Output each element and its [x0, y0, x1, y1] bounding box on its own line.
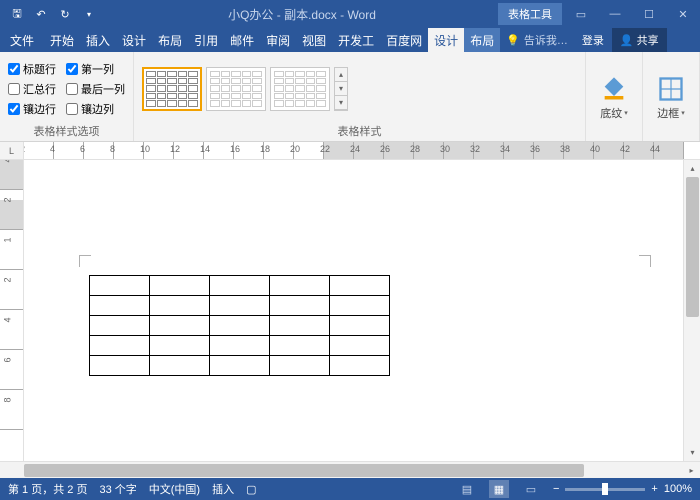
workspace: ▴ ▾: [0, 160, 700, 461]
login-button[interactable]: 登录: [574, 28, 612, 52]
ribbon-options-button[interactable]: ▭: [564, 0, 598, 28]
scrollbar-horizontal[interactable]: ▸: [0, 461, 700, 478]
scroll-thumb-v[interactable]: [686, 177, 699, 317]
ruler-horizontal[interactable]: [24, 142, 700, 159]
status-bar: 第 1 页，共 2 页 33 个字 中文(中国) 插入 ▢ ▤ ▦ ▭ − + …: [0, 478, 700, 500]
zoom-control: − + 100%: [553, 483, 692, 495]
zoom-slider[interactable]: [565, 488, 645, 491]
quick-access-toolbar: 🖫 ↶ ↻ ▾: [0, 3, 106, 25]
qat-customize[interactable]: ▾: [78, 3, 100, 25]
tab-view[interactable]: 视图: [296, 28, 332, 52]
ribbon: 标题行 第一列 汇总行 最后一列 镶边行 镶边列 表格样式选项 ▴▾▾ 表格样式: [0, 52, 700, 142]
save-button[interactable]: 🖫: [6, 3, 28, 25]
document-canvas[interactable]: [24, 160, 683, 461]
table-style-3[interactable]: [270, 67, 330, 111]
title-bar: 🖫 ↶ ↻ ▾ 小Q办公 - 副本.docx - Word 表格工具 ▭ ― ☐…: [0, 0, 700, 28]
tab-baidu[interactable]: 百度网: [380, 28, 428, 52]
zoom-thumb[interactable]: [602, 483, 608, 495]
tab-file[interactable]: 文件: [0, 28, 44, 52]
tab-mailings[interactable]: 邮件: [224, 28, 260, 52]
status-page[interactable]: 第 1 页，共 2 页: [8, 481, 87, 497]
table-style-1[interactable]: [142, 67, 202, 111]
tab-developer[interactable]: 开发工: [332, 28, 380, 52]
chk-last-col[interactable]: 最后一列: [66, 81, 125, 97]
zoom-level[interactable]: 100%: [664, 483, 692, 495]
tab-table-design[interactable]: 设计: [428, 28, 464, 52]
tell-me[interactable]: 💡告诉我…: [500, 28, 574, 52]
table-style-more[interactable]: ▴▾▾: [334, 67, 348, 111]
zoom-in-button[interactable]: +: [651, 483, 657, 495]
ruler-row: L: [0, 142, 700, 160]
tab-review[interactable]: 审阅: [260, 28, 296, 52]
window-controls: ▭ ― ☐ ✕: [564, 0, 700, 28]
scroll-up-arrow[interactable]: ▴: [684, 160, 700, 177]
ruler-vertical[interactable]: [0, 160, 24, 461]
chk-total-row[interactable]: 汇总行: [8, 81, 56, 97]
tab-table-layout[interactable]: 布局: [464, 28, 500, 52]
undo-button[interactable]: ↶: [30, 3, 52, 25]
window-title: 小Q办公 - 副本.docx - Word: [106, 6, 498, 23]
margin-corner-tr: [639, 255, 651, 267]
status-lang[interactable]: 中文(中国): [149, 481, 200, 497]
ribbon-tabs: 文件 开始 插入 设计 布局 引用 邮件 审阅 视图 开发工 百度网 设计 布局…: [0, 28, 700, 52]
document-table[interactable]: [89, 275, 390, 376]
margin-corner-tl: [79, 255, 91, 267]
redo-button[interactable]: ↻: [54, 3, 76, 25]
tab-design[interactable]: 设计: [116, 28, 152, 52]
scroll-down-arrow[interactable]: ▾: [684, 444, 700, 461]
close-button[interactable]: ✕: [666, 0, 700, 28]
scroll-thumb-h[interactable]: [24, 464, 584, 477]
zoom-out-button[interactable]: −: [553, 483, 559, 495]
view-read-icon[interactable]: ▤: [457, 480, 477, 498]
tab-insert[interactable]: 插入: [80, 28, 116, 52]
record-macro-icon[interactable]: ▢: [246, 483, 256, 496]
ruler-corner[interactable]: L: [0, 142, 24, 159]
paint-bucket-icon: [600, 75, 628, 103]
group-style-options: 标题行 第一列 汇总行 最后一列 镶边行 镶边列 表格样式选项: [0, 52, 134, 141]
status-insert[interactable]: 插入: [212, 481, 234, 497]
minimize-button[interactable]: ―: [598, 0, 632, 28]
view-web-icon[interactable]: ▭: [521, 480, 541, 498]
maximize-button[interactable]: ☐: [632, 0, 666, 28]
page: [54, 190, 644, 461]
chk-banded-col[interactable]: 镶边列: [66, 101, 125, 117]
context-tab-label: 表格工具: [498, 3, 562, 25]
chk-header-row[interactable]: 标题行: [8, 61, 56, 77]
scrollbar-vertical[interactable]: ▴ ▾: [683, 160, 700, 461]
status-words[interactable]: 33 个字: [99, 481, 136, 497]
borders-button[interactable]: 边框: [651, 73, 691, 123]
group-table-styles: ▴▾▾ 表格样式: [134, 52, 586, 141]
table-style-2[interactable]: [206, 67, 266, 111]
lightbulb-icon: 💡: [506, 34, 520, 47]
share-button[interactable]: 👤共享: [612, 28, 667, 52]
tab-references[interactable]: 引用: [188, 28, 224, 52]
group-borders: 边框: [643, 52, 700, 141]
chk-first-col[interactable]: 第一列: [66, 61, 125, 77]
view-print-icon[interactable]: ▦: [489, 480, 509, 498]
tab-home[interactable]: 开始: [44, 28, 80, 52]
borders-icon: [657, 75, 685, 103]
scroll-right-arrow[interactable]: ▸: [683, 466, 700, 475]
tab-layout[interactable]: 布局: [152, 28, 188, 52]
chk-banded-row[interactable]: 镶边行: [8, 101, 56, 117]
shading-button[interactable]: 底纹: [594, 73, 634, 123]
group-shading: 底纹: [586, 52, 643, 141]
person-icon: 👤: [620, 34, 634, 47]
